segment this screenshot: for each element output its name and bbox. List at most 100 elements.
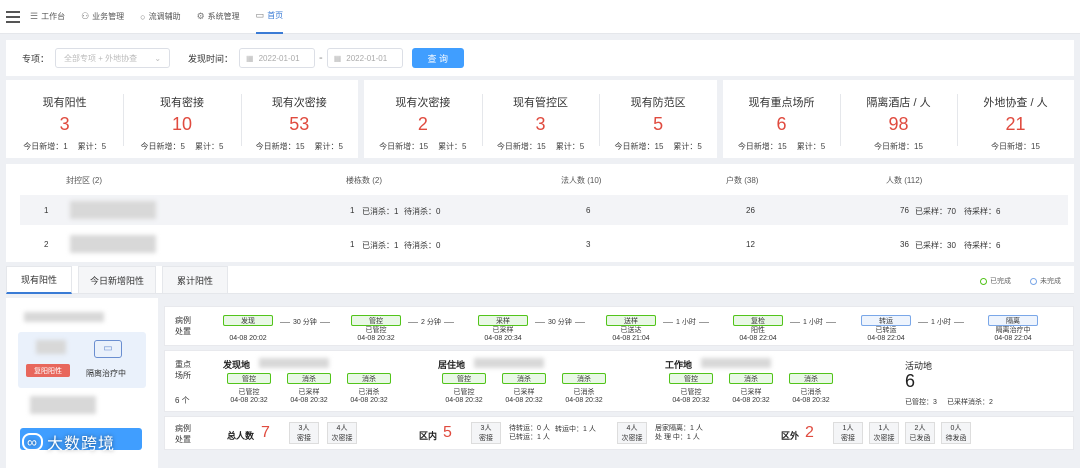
flow-step-0[interactable]: 发现 bbox=[223, 315, 273, 326]
flow-step-1[interactable]: 管控 bbox=[351, 315, 401, 326]
stat-card[interactable]: 现有次密接 2 今日新增：15 累计：5 bbox=[364, 80, 482, 158]
stat-card[interactable]: 现有阳性 3 今日新增：1 累计：5 bbox=[6, 80, 123, 158]
col-header-people: 人数 (112) bbox=[886, 176, 923, 185]
tab-today-new-positive[interactable]: 今日新增阳性 bbox=[78, 266, 156, 294]
date-end-input[interactable]: ▦ 2022-01-01 bbox=[326, 48, 403, 68]
nav-item-1[interactable]: ⚇ 业务管理 bbox=[81, 11, 124, 22]
stat-total: 累计：5 bbox=[555, 142, 585, 151]
activity-sampled: 已管控：3 bbox=[905, 399, 937, 406]
place-tag[interactable]: 消杀 bbox=[347, 373, 391, 384]
flow-step-3[interactable]: 送样 bbox=[606, 315, 656, 326]
stat-value: 5 bbox=[653, 114, 664, 134]
sealed-area-table: 封控区 (2) 楼栋数 (2) 法人数 (10) 户数 (38) 人数 (112… bbox=[6, 164, 1074, 262]
out-zone-cell[interactable]: 2人 已发函 bbox=[905, 422, 935, 444]
place-tag-status: 已管控 bbox=[238, 389, 260, 396]
place-tag[interactable]: 管控 bbox=[442, 373, 486, 384]
legend-done-label: 已完成 bbox=[990, 278, 1011, 285]
out-zone-cell[interactable]: 1人 密接 bbox=[833, 422, 863, 444]
query-button[interactable]: 查 询 bbox=[411, 48, 464, 68]
out-zone-cell[interactable]: 0人 待发函 bbox=[941, 422, 971, 444]
case-handling-flow: 病例 处置 发现 04-08 20:02 30 分钟 管控 已管控 04-08 20:32 2… bbox=[164, 306, 1074, 346]
in-zone-contact-cell[interactable]: 3人 密接 bbox=[471, 422, 501, 444]
place-tag[interactable]: 消杀 bbox=[729, 373, 773, 384]
stat-total: 累计：5 bbox=[314, 142, 343, 151]
table-row[interactable]: 1 1 已消杀：1 待消杀：0 6 26 76 已采样：70 待采样：6 bbox=[20, 195, 1068, 225]
place-tag[interactable]: 管控 bbox=[669, 373, 713, 384]
stat-title: 现有密接 bbox=[159, 97, 204, 109]
date-start-input[interactable]: ▦ 2022-01-01 bbox=[239, 48, 316, 68]
stat-total: 累计：5 bbox=[194, 142, 224, 151]
stat-value: 98 bbox=[888, 114, 909, 134]
cell-people: 36 bbox=[900, 240, 909, 249]
nav-item-3[interactable]: ⚙ 系统管理 bbox=[197, 11, 240, 22]
place-address-redacted bbox=[259, 358, 329, 368]
flow-label: 病例 处置 bbox=[175, 316, 191, 336]
place-tag[interactable]: 消杀 bbox=[789, 373, 833, 384]
cell-sampled: 已采样：70 bbox=[915, 207, 956, 216]
tab-current-positive[interactable]: 现有阳性 bbox=[6, 266, 72, 294]
stat-card[interactable]: 现有管控区 3 今日新增：15 累计：5 bbox=[481, 80, 600, 158]
flow-step-status: 已管控 bbox=[365, 327, 387, 334]
flow-gap: 1 小时 bbox=[787, 317, 839, 327]
flow-gap: 2 分钟 bbox=[405, 317, 457, 327]
stat-today: 今日新增：15 bbox=[737, 142, 787, 151]
place-tag-time: 04-08 20:32 bbox=[672, 397, 710, 404]
nav-item-4[interactable]: ▭ 首页 bbox=[255, 0, 284, 34]
bed-icon: ▭ bbox=[94, 340, 122, 358]
stat-card[interactable]: 隔离酒店 / 人 98 今日新增：15 bbox=[840, 80, 957, 158]
place-tag-status: 已管控 bbox=[453, 389, 475, 396]
flow-step-time: 04-08 20:34 bbox=[484, 335, 522, 342]
calendar-icon: ▦ bbox=[246, 53, 254, 63]
stat-today: 今日新增：15 bbox=[874, 142, 923, 151]
place-tag-time: 04-08 20:32 bbox=[732, 397, 770, 404]
cell-buildings: 1 bbox=[350, 206, 355, 215]
flow-gap: 30 分钟 bbox=[277, 317, 333, 327]
stat-sub: 今日新增：15 累计：5 bbox=[615, 141, 702, 152]
flow-step-5[interactable]: 转运 bbox=[861, 315, 911, 326]
table-row[interactable]: 2 1 已消杀：1 待消杀：0 3 12 36 已采样：30 待采样：6 bbox=[20, 229, 1068, 259]
flow-step-4[interactable]: 复检 bbox=[733, 315, 783, 326]
stats-group-people: 现有阳性 3 今日新增：1 累计：5 现有密接 10 今日新增：5 累计：5 现有次密接 53 今日… bbox=[6, 80, 358, 158]
stat-value: 53 bbox=[289, 114, 310, 134]
col-header-legal: 法人数 (10) bbox=[561, 176, 602, 185]
flow-step-6[interactable]: 隔离 bbox=[988, 315, 1038, 326]
total-contact-cell[interactable]: 3人 密接 bbox=[289, 422, 319, 444]
flow-step-time: 04-08 22:04 bbox=[867, 335, 905, 342]
flow-step-2[interactable]: 采样 bbox=[478, 315, 528, 326]
stat-value: 3 bbox=[59, 114, 70, 134]
stat-value: 21 bbox=[1005, 114, 1026, 134]
stat-card[interactable]: 现有次密接 53 今日新增：15 累计：5 bbox=[240, 80, 358, 158]
place-tag[interactable]: 消杀 bbox=[287, 373, 331, 384]
place-tag[interactable]: 管控 bbox=[227, 373, 271, 384]
legend-todo: 未完成 bbox=[1030, 276, 1061, 286]
out-zone-cell[interactable]: 1人 次密接 bbox=[869, 422, 899, 444]
total-contact-cell[interactable]: 4人 次密接 bbox=[327, 422, 357, 444]
stat-card[interactable]: 现有防范区 5 今日新增：15 累计：5 bbox=[599, 80, 717, 158]
cell-legal: 3 bbox=[586, 240, 591, 249]
stat-card[interactable]: 现有重点场所 6 今日新增：15 累计：5 bbox=[723, 80, 840, 158]
col-header-buildings: 楼栋数 (2) bbox=[346, 176, 382, 185]
nav-item-0[interactable]: ☰ 工作台 bbox=[30, 11, 65, 22]
list-icon: ☰ bbox=[30, 11, 39, 21]
flow-step-status: 已采样 bbox=[492, 327, 514, 334]
stat-card[interactable]: 现有密接 10 今日新增：5 累计：5 bbox=[123, 80, 240, 158]
cell-sampled: 已采样：30 bbox=[915, 241, 956, 250]
cell-pending: 待消杀：0 bbox=[404, 241, 441, 250]
filter-bar: 专项： 全部专项 + 外地协查 ⌄ 发现时间： ▦ 2022-01-01 - ▦ 2… bbox=[6, 40, 1074, 76]
menu-toggle-icon[interactable] bbox=[6, 10, 20, 23]
place-title: 发现地 bbox=[223, 360, 251, 370]
stat-sub: 今日新增：15 累计：5 bbox=[379, 141, 466, 152]
place-tag-time: 04-08 20:32 bbox=[445, 397, 483, 404]
place-tag[interactable]: 消杀 bbox=[502, 373, 546, 384]
stat-sub: 今日新增：1 累计：5 bbox=[23, 141, 106, 152]
tab-total-positive[interactable]: 累计阳性 bbox=[162, 266, 228, 294]
stat-card[interactable]: 外地协查 / 人 21 今日新增：15 bbox=[957, 80, 1074, 158]
nav-item-2[interactable]: ○ 流调辅助 bbox=[140, 11, 180, 22]
flow-step-time: 04-08 22:04 bbox=[994, 335, 1032, 342]
place-tag[interactable]: 消杀 bbox=[562, 373, 606, 384]
stat-sub: 今日新增：15 累计：5 bbox=[738, 141, 825, 152]
area-name-redacted bbox=[70, 201, 156, 219]
in-zone-secondary-cell[interactable]: 4人 次密接 bbox=[617, 422, 647, 444]
flow-gap: 1 小时 bbox=[660, 317, 712, 327]
topic-select[interactable]: 全部专项 + 外地协查 ⌄ bbox=[55, 48, 171, 68]
